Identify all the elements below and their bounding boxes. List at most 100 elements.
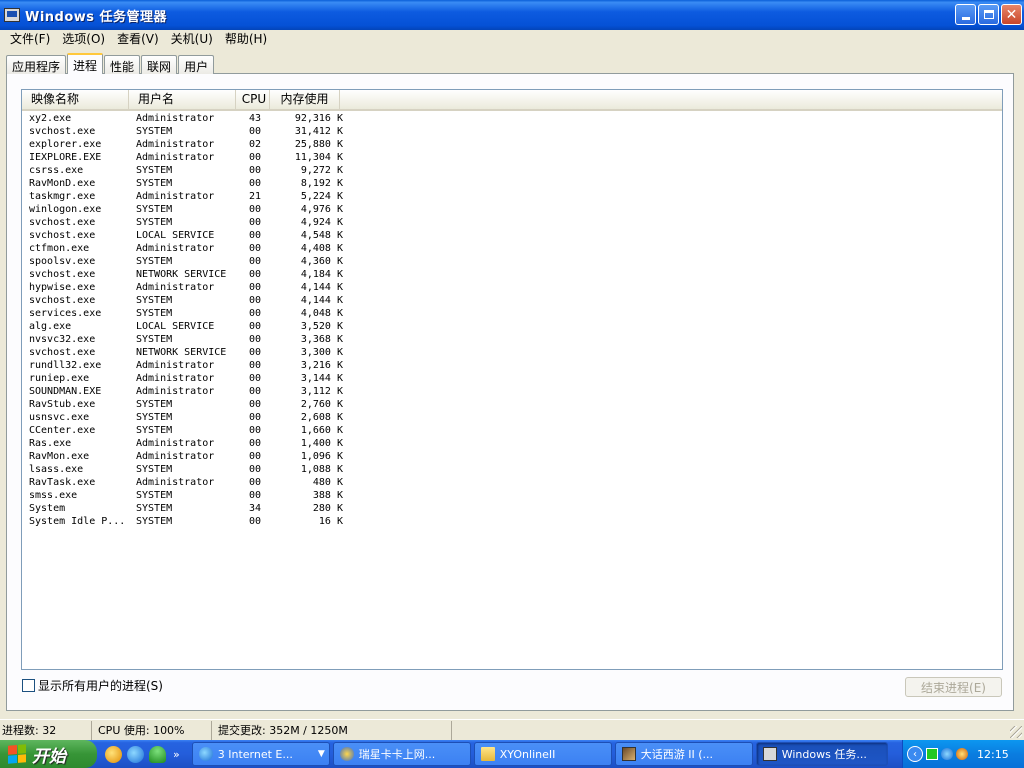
process-image-name: svchost.exe <box>29 295 96 306</box>
tray-users-icon[interactable] <box>956 748 968 760</box>
resize-grip-icon[interactable] <box>1010 726 1022 738</box>
process-row[interactable]: System SYSTEM 34 280 K <box>22 502 1002 515</box>
taskbar-button-task-manager[interactable]: Windows 任务... <box>755 742 888 766</box>
process-row[interactable]: svchost.exe LOCAL SERVICE 00 4,548 K <box>22 229 1002 242</box>
internet-explorer-icon[interactable] <box>127 745 144 763</box>
end-process-button[interactable]: 结束进程(E) <box>905 677 1002 697</box>
process-memory: 5,224 K <box>300 191 343 202</box>
process-memory: 31,412 K <box>294 126 343 137</box>
process-list[interactable]: 映像名称 用户名 CPU 内存使用 xy2.exe Administrator 43… <box>21 89 1003 670</box>
process-image-name: explorer.exe <box>29 139 102 150</box>
process-cpu: 34 <box>249 503 262 514</box>
process-row[interactable]: SOUNDMAN.EXE Administrator 00 3,112 K <box>22 385 1002 398</box>
game-icon <box>621 747 636 761</box>
tray-ie-icon[interactable] <box>941 748 953 760</box>
process-row[interactable]: svchost.exe NETWORK SERVICE 00 3,300 K <box>22 346 1002 359</box>
process-row[interactable]: RavTask.exe Administrator 00 480 K <box>22 476 1002 489</box>
column-user-name[interactable]: 用户名 <box>129 90 236 109</box>
process-row[interactable]: CCenter.exe SYSTEM 00 1,660 K <box>22 424 1002 437</box>
tab-networking[interactable]: 联网 <box>141 55 178 74</box>
process-image-name: usnsvc.exe <box>29 412 90 423</box>
process-image-name: RavStub.exe <box>29 399 96 410</box>
umbrella-icon[interactable] <box>149 745 166 763</box>
process-cpu: 00 <box>249 243 262 254</box>
process-row[interactable]: smss.exe SYSTEM 00 388 K <box>22 489 1002 502</box>
menu-view[interactable]: 查看(V) <box>111 31 165 48</box>
process-row[interactable]: RavStub.exe SYSTEM 00 2,760 K <box>22 398 1002 411</box>
process-row[interactable]: ctfmon.exe Administrator 00 4,408 K <box>22 242 1002 255</box>
process-image-name: spoolsv.exe <box>29 256 96 267</box>
process-cpu: 00 <box>249 152 262 163</box>
process-row[interactable]: services.exe SYSTEM 00 4,048 K <box>22 307 1002 320</box>
process-row[interactable]: IEXPLORE.EXE Administrator 00 11,304 K <box>22 151 1002 164</box>
clock[interactable]: 12:15 <box>977 748 1009 761</box>
process-row[interactable]: svchost.exe NETWORK SERVICE 00 4,184 K <box>22 268 1002 281</box>
process-user-name: LOCAL SERVICE <box>136 321 215 332</box>
process-image-name: RavMon.exe <box>29 451 90 462</box>
menu-options[interactable]: 选项(O) <box>56 31 111 48</box>
close-button[interactable]: ✕ <box>1001 4 1022 25</box>
process-row[interactable]: svchost.exe SYSTEM 00 4,924 K <box>22 216 1002 229</box>
taskbar-button-label: 瑞星卡卡上网... <box>358 748 436 761</box>
tab-applications[interactable]: 应用程序 <box>6 55 67 74</box>
maximize-button[interactable] <box>978 4 999 25</box>
process-row[interactable]: RavMon.exe Administrator 00 1,096 K <box>22 450 1002 463</box>
process-image-name: svchost.exe <box>29 217 96 228</box>
process-image-name: taskmgr.exe <box>29 191 96 202</box>
process-row[interactable]: usnsvc.exe SYSTEM 00 2,608 K <box>22 411 1002 424</box>
process-row[interactable]: Ras.exe Administrator 00 1,400 K <box>22 437 1002 450</box>
process-cpu: 00 <box>249 347 262 358</box>
process-image-name: svchost.exe <box>29 126 96 137</box>
process-row[interactable]: xy2.exe Administrator 43 92,316 K <box>22 112 1002 125</box>
process-user-name: SYSTEM <box>136 165 173 176</box>
process-image-name: services.exe <box>29 308 102 319</box>
column-memory[interactable]: 内存使用 <box>270 90 340 109</box>
taskbar-button-xyonline[interactable]: XYOnlineII <box>473 742 612 766</box>
show-all-users-option[interactable]: 显示所有用户的进程(S) <box>22 677 163 694</box>
taskbar-button-ie[interactable]: 3 Internet E... ▼ <box>191 742 330 766</box>
tab-performance[interactable]: 性能 <box>104 55 141 74</box>
system-tray: ‹ 12:15 <box>902 740 1024 768</box>
process-row[interactable]: System Idle P... SYSTEM 00 16 K <box>22 515 1002 528</box>
column-cpu[interactable]: CPU <box>236 90 270 109</box>
tab-users[interactable]: 用户 <box>178 55 215 74</box>
start-button[interactable]: 开始 <box>0 740 97 768</box>
process-row[interactable]: runiep.exe Administrator 00 3,144 K <box>22 372 1002 385</box>
process-rows: xy2.exe Administrator 43 92,316 Ksvchost.ex… <box>22 112 1002 528</box>
process-row[interactable]: rundll32.exe Administrator 00 3,216 K <box>22 359 1002 372</box>
menu-help[interactable]: 帮助(H) <box>219 31 273 48</box>
taskbar-button-rising[interactable]: 瑞星卡卡上网... <box>332 742 471 766</box>
column-image-name[interactable]: 映像名称 <box>22 90 129 109</box>
media-player-icon[interactable] <box>105 745 122 763</box>
title-bar[interactable]: Windows 任务管理器 ✕ <box>0 0 1024 30</box>
network-status-icon[interactable] <box>926 748 938 760</box>
process-row[interactable]: svchost.exe SYSTEM 00 4,144 K <box>22 294 1002 307</box>
process-image-name: alg.exe <box>29 321 72 332</box>
process-row[interactable]: lsass.exe SYSTEM 00 1,088 K <box>22 463 1002 476</box>
tray-expand-icon[interactable]: ‹ <box>907 746 923 762</box>
process-user-name: Administrator <box>136 243 215 254</box>
process-row[interactable]: alg.exe LOCAL SERVICE 00 3,520 K <box>22 320 1002 333</box>
process-memory: 3,300 K <box>300 347 343 358</box>
process-row[interactable]: spoolsv.exe SYSTEM 00 4,360 K <box>22 255 1002 268</box>
process-row[interactable]: winlogon.exe SYSTEM 00 4,976 K <box>22 203 1002 216</box>
quick-launch-chevron-icon[interactable]: » <box>173 748 180 761</box>
process-row[interactable]: nvsvc32.exe SYSTEM 00 3,368 K <box>22 333 1002 346</box>
menu-file[interactable]: 文件(F) <box>4 31 56 48</box>
process-row[interactable]: svchost.exe SYSTEM 00 31,412 K <box>22 125 1002 138</box>
process-row[interactable]: explorer.exe Administrator 02 25,880 K <box>22 138 1002 151</box>
minimize-button[interactable] <box>955 4 976 25</box>
menu-shutdown[interactable]: 关机(U) <box>165 31 219 48</box>
process-memory: 3,520 K <box>300 321 343 332</box>
process-row[interactable]: taskmgr.exe Administrator 21 5,224 K <box>22 190 1002 203</box>
process-cpu: 00 <box>249 269 262 280</box>
show-all-users-checkbox[interactable] <box>22 679 35 692</box>
taskbar-button-game[interactable]: 大话西游 II (... <box>614 742 753 766</box>
tab-processes[interactable]: 进程 <box>67 53 104 74</box>
chevron-down-icon: ▼ <box>317 749 325 759</box>
process-image-name: RavTask.exe <box>29 477 96 488</box>
process-row[interactable]: hypwise.exe Administrator 00 4,144 K <box>22 281 1002 294</box>
process-row[interactable]: csrss.exe SYSTEM 00 9,272 K <box>22 164 1002 177</box>
taskbar-button-label: XYOnlineII <box>499 747 556 761</box>
process-row[interactable]: RavMonD.exe SYSTEM 00 8,192 K <box>22 177 1002 190</box>
